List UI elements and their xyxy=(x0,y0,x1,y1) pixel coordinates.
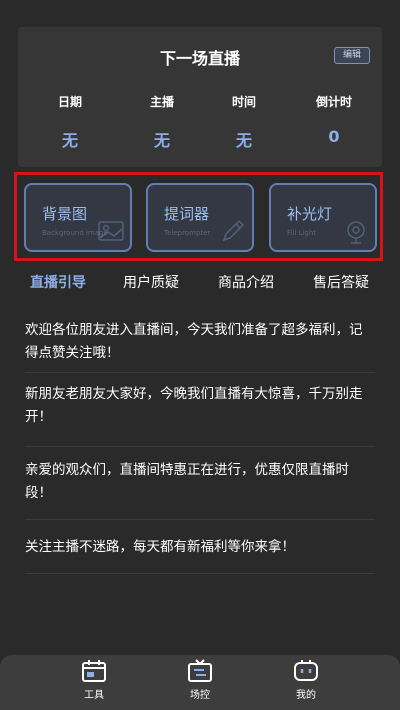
info-time-value: 无 xyxy=(235,131,252,150)
info-date-value: 无 xyxy=(61,131,78,150)
fill-light-button[interactable]: 补光灯 Fill Light xyxy=(269,183,377,252)
next-live-card: 下一场直播 编辑 日期 无 主播 无 时间 无 倒计时 0 xyxy=(18,27,382,167)
tab-after-sales[interactable]: 售后答疑 xyxy=(313,272,369,292)
info-time: 时间 无 xyxy=(202,93,286,151)
tv-control-icon xyxy=(188,659,212,682)
list-item[interactable]: 欢迎各位朋友进入直播间，今天我们准备了超多福利，记得点赞关注哦！ xyxy=(25,310,375,373)
image-icon xyxy=(98,221,124,241)
list-item[interactable]: 新朋友老朋友大家好，今晚我们直播有大惊喜，千万别走开！ xyxy=(25,373,375,447)
info-time-label: 时间 xyxy=(231,95,256,109)
nav-tools[interactable]: 工具 xyxy=(64,659,124,701)
live-info-grid: 日期 无 主播 无 时间 无 倒计时 0 xyxy=(18,93,382,151)
info-date: 日期 无 xyxy=(18,93,122,151)
teleprompter-button[interactable]: 提词器 Teleprompter xyxy=(146,183,254,252)
robot-face-icon xyxy=(294,660,318,681)
tool-subtitle: Fill Light xyxy=(287,229,317,237)
tool-name: 背景图 xyxy=(42,205,88,223)
info-date-label: 日期 xyxy=(57,95,82,109)
bottom-nav: 工具 场控 我的 xyxy=(0,655,400,710)
tab-user-questions[interactable]: 用户质疑 xyxy=(123,272,179,292)
tab-live-guide[interactable]: 直播引导 xyxy=(30,272,86,292)
info-host-label: 主播 xyxy=(149,95,174,109)
background-image-button[interactable]: 背景图 Background image xyxy=(24,183,132,252)
next-live-title: 下一场直播 xyxy=(159,49,240,68)
tool-subtitle: Teleprompter xyxy=(164,229,211,237)
info-host-value: 无 xyxy=(153,131,170,150)
nav-label: 场控 xyxy=(190,690,210,701)
info-countdown: 倒计时 0 xyxy=(286,93,382,151)
nav-label: 工具 xyxy=(84,690,104,701)
script-tabs: 直播引导 用户质疑 商品介绍 售后答疑 xyxy=(0,272,400,296)
info-countdown-value: 0 xyxy=(328,127,340,146)
tool-name: 补光灯 xyxy=(287,205,333,223)
lamp-icon xyxy=(347,221,365,244)
tab-product-intro[interactable]: 商品介绍 xyxy=(218,272,274,292)
info-host: 主播 无 xyxy=(122,93,202,151)
tool-name: 提词器 xyxy=(164,205,210,223)
edit-button[interactable]: 编辑 xyxy=(334,47,370,64)
list-item[interactable]: 关注主播不迷路，每天都有新福利等你来拿！ xyxy=(25,520,375,574)
calendar-icon xyxy=(82,660,106,682)
nav-control[interactable]: 场控 xyxy=(170,659,230,701)
list-item[interactable]: 亲爱的观众们，直播间特惠正在进行，优惠仅限直播时段！ xyxy=(25,447,375,520)
script-list: 欢迎各位朋友进入直播间，今天我们准备了超多福利，记得点赞关注哦！ 新朋友老朋友大… xyxy=(25,310,375,574)
nav-mine[interactable]: 我的 xyxy=(276,659,336,701)
tools-highlight-box: 背景图 Background image 提词器 Teleprompter 补光… xyxy=(14,172,383,261)
pen-icon xyxy=(222,219,245,242)
nav-label: 我的 xyxy=(296,690,316,701)
info-countdown-label: 倒计时 xyxy=(315,95,352,109)
